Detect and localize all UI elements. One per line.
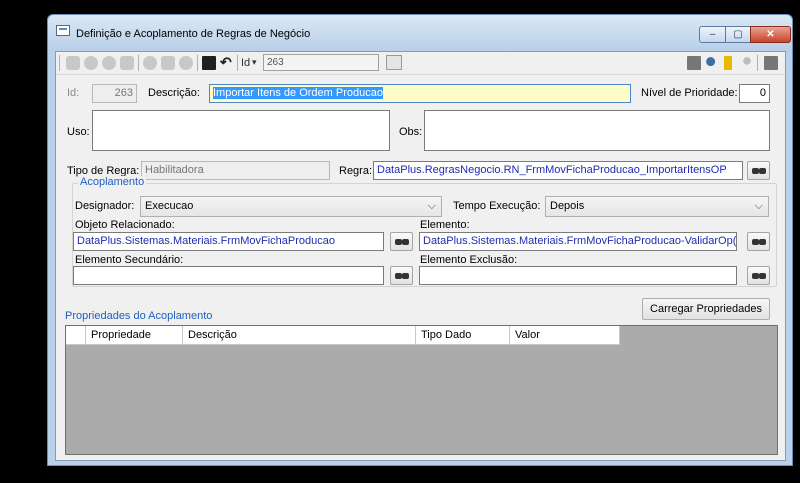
delete-icon[interactable]	[179, 56, 193, 70]
propriedades-title: Propriedades do Acoplamento	[65, 310, 213, 322]
objeto-relacionado-input[interactable]: DataPlus.Sistemas.Materiais.FrmMovFichaP…	[73, 232, 384, 251]
first-icon[interactable]	[66, 56, 80, 70]
save-icon[interactable]	[202, 56, 216, 70]
toolbar-id-input[interactable]: 263	[263, 54, 379, 71]
window-form-icon	[56, 25, 70, 36]
obs-textarea[interactable]	[424, 110, 770, 151]
elemento-search-binoculars-icon[interactable]	[747, 232, 770, 251]
undo-icon[interactable]: ↶	[220, 55, 234, 70]
key-icon[interactable]	[705, 56, 719, 70]
elemento-secundario-input[interactable]	[73, 266, 384, 285]
descricao-selected-text: Importar Itens de Ordem Producao	[213, 87, 383, 99]
chevron-down-icon: ⌵	[754, 200, 763, 212]
toolbar-grip	[59, 55, 60, 71]
regra-label: Regra:	[339, 165, 373, 177]
regra-input[interactable]: DataPlus.RegrasNegocio.RN_FrmMovFichaPro…	[373, 161, 743, 180]
grid-header: Propriedade Descrição Tipo Dado Valor	[66, 326, 620, 345]
toolbar-id-label: Id	[241, 57, 251, 69]
title-bar[interactable]: Definição e Acoplamento de Regras de Neg…	[48, 15, 792, 51]
id-field: 263	[92, 84, 137, 103]
last-icon[interactable]	[120, 56, 134, 70]
tempo-execucao-value: Depois	[550, 200, 585, 212]
add-icon[interactable]	[143, 56, 157, 70]
elemento-input[interactable]: DataPlus.Sistemas.Materiais.FrmMovFichaP…	[419, 232, 737, 251]
uso-label: Uso:	[67, 126, 90, 138]
elemento-exclusao-label: Elemento Exclusão:	[420, 254, 518, 266]
propriedades-grid[interactable]: Propriedade Descrição Tipo Dado Valor	[65, 325, 778, 455]
prioridade-input[interactable]: 0	[739, 84, 770, 103]
exclusao-search-binoculars-icon[interactable]	[747, 266, 770, 285]
designador-select[interactable]: Execucao ⌵	[140, 196, 442, 217]
grid-row-header-cell	[66, 326, 86, 345]
id-dropdown-icon[interactable]: ▾	[252, 57, 257, 68]
column-tipo-dado[interactable]: Tipo Dado	[416, 326, 510, 345]
designador-label: Designador:	[75, 200, 135, 212]
objeto-search-binoculars-icon[interactable]	[390, 232, 413, 251]
elemento-label: Elemento:	[420, 219, 470, 231]
secundario-search-binoculars-icon[interactable]	[390, 266, 413, 285]
exit-icon[interactable]	[764, 56, 778, 70]
designador-value: Execucao	[145, 200, 194, 212]
copy-icon[interactable]	[687, 56, 701, 70]
toolbar-separator	[757, 55, 758, 71]
edit-icon[interactable]	[161, 56, 175, 70]
form-client-area: ↶ Id ▾ 263 Id: 263 Descrição: Importar I…	[55, 51, 786, 461]
main-window: Definição e Acoplamento de Regras de Neg…	[47, 14, 793, 466]
user-icon[interactable]	[740, 56, 754, 70]
chevron-down-icon: ⌵	[427, 200, 436, 212]
uso-textarea[interactable]	[92, 110, 390, 151]
descricao-input[interactable]: Importar Itens de Ordem Producao	[209, 84, 631, 103]
report-icon[interactable]	[724, 56, 732, 70]
prev-icon[interactable]	[84, 56, 98, 70]
search-icon[interactable]	[386, 55, 402, 70]
toolbar: ↶ Id ▾ 263	[56, 52, 785, 75]
regra-search-binoculars-icon[interactable]	[747, 161, 770, 180]
column-propriedade[interactable]: Propriedade	[86, 326, 183, 345]
tempo-execucao-select[interactable]: Depois ⌵	[545, 196, 769, 217]
maximize-button[interactable]: ▢	[725, 26, 751, 43]
toolbar-separator	[197, 55, 198, 71]
elemento-exclusao-input[interactable]	[419, 266, 737, 285]
window-title: Definição e Acoplamento de Regras de Neg…	[76, 28, 311, 40]
prioridade-label: Nível de Prioridade:	[641, 87, 738, 99]
tipo-regra-field: Habilitadora	[141, 161, 330, 180]
obs-label: Obs:	[399, 126, 423, 138]
toolbar-separator	[237, 55, 238, 71]
elemento-secundario-label: Elemento Secundário:	[75, 254, 184, 266]
column-descricao[interactable]: Descrição	[183, 326, 416, 345]
column-valor[interactable]: Valor	[510, 326, 620, 345]
toolbar-separator	[138, 55, 139, 71]
descricao-label: Descrição:	[148, 87, 200, 99]
next-icon[interactable]	[102, 56, 116, 70]
objeto-relacionado-label: Objeto Relacionado:	[75, 219, 175, 231]
tempo-execucao-label: Tempo Execução:	[453, 200, 541, 212]
acoplamento-title: Acoplamento	[78, 176, 147, 188]
id-label: Id:	[67, 87, 80, 99]
carregar-propriedades-button[interactable]: Carregar Propriedades	[642, 298, 770, 320]
close-button[interactable]: ✕	[750, 26, 791, 43]
minimize-button[interactable]: ‒	[699, 26, 726, 43]
